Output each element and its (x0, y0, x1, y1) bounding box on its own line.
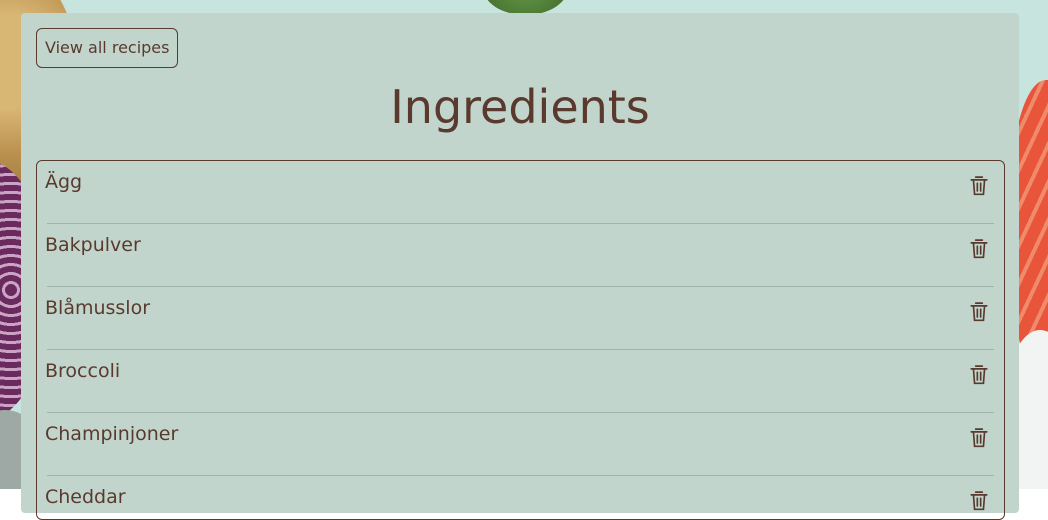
trash-icon[interactable] (970, 428, 988, 448)
trash-icon[interactable] (970, 365, 988, 385)
list-item: Bakpulver (45, 224, 994, 287)
list-item: Blåmusslor (45, 287, 994, 350)
ingredient-name: Bakpulver (45, 234, 141, 256)
trash-icon[interactable] (970, 239, 988, 259)
trash-icon[interactable] (970, 491, 988, 511)
ingredients-panel: View all recipes Ingredients Ägg Bakpulv… (21, 13, 1019, 520)
trash-icon[interactable] (970, 302, 988, 322)
list-item: Ägg (45, 161, 994, 224)
ingredient-list: Ägg Bakpulver Blåmusslor Broccoli Champi… (36, 160, 1005, 520)
list-item: Champinjoner (45, 413, 994, 476)
ingredient-name: Champinjoner (45, 423, 179, 445)
list-item: Cheddar (45, 476, 994, 519)
ingredient-name: Cheddar (45, 486, 126, 508)
trash-icon[interactable] (970, 176, 988, 196)
ingredient-name: Ägg (45, 171, 83, 193)
view-all-recipes-button[interactable]: View all recipes (36, 28, 179, 68)
ingredient-name: Blåmusslor (45, 297, 151, 319)
ingredient-name: Broccoli (45, 360, 121, 382)
list-item: Broccoli (45, 350, 994, 413)
page-title: Ingredients (390, 80, 650, 134)
